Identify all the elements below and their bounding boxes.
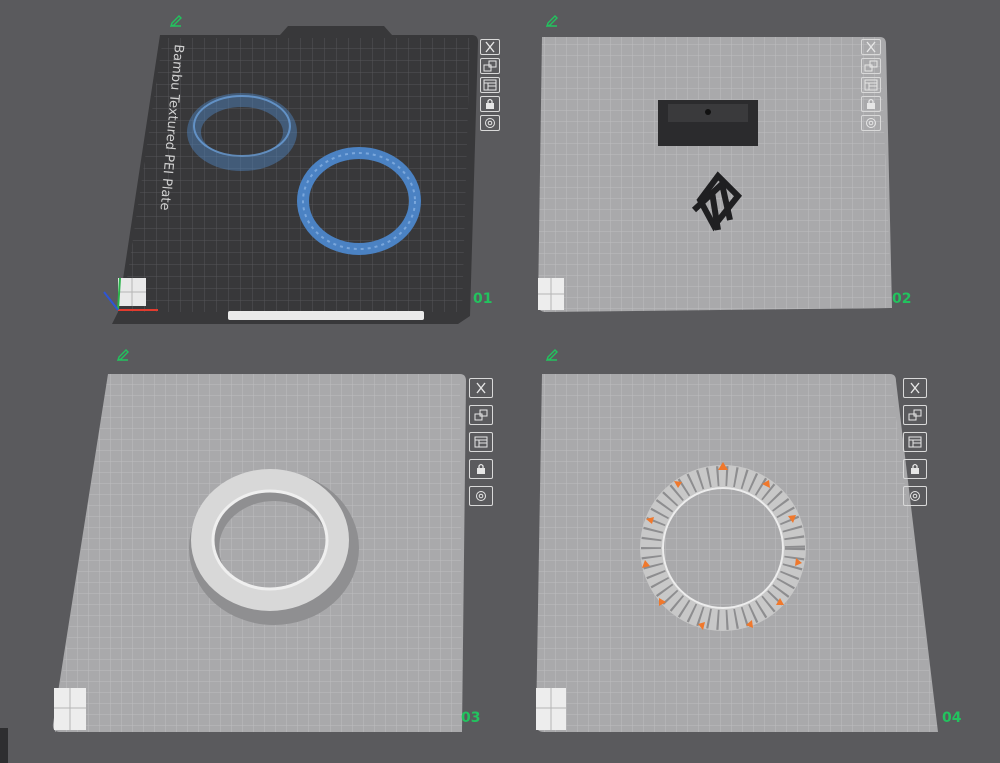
settings-icon[interactable] [480, 115, 500, 131]
close-icon[interactable] [469, 378, 493, 398]
arrange-icon[interactable] [480, 58, 500, 74]
plate-2[interactable]: 02 [500, 0, 1000, 340]
plate-number: 01 [473, 291, 493, 307]
settings-icon[interactable] [903, 486, 927, 506]
plate-4-toolbar [903, 378, 927, 506]
plate-number: 03 [461, 710, 481, 726]
plate-2-toolbar [861, 39, 881, 131]
plate-3-bed [52, 374, 467, 732]
arrange-icon[interactable] [903, 405, 927, 425]
layout-icon[interactable] [861, 77, 881, 93]
plate-1-bed [103, 26, 478, 324]
settings-icon[interactable] [469, 486, 493, 506]
layout-icon[interactable] [469, 432, 493, 452]
close-icon[interactable] [861, 39, 881, 55]
plate-4[interactable]: 04 [500, 340, 1000, 763]
plate-3-toolbar [469, 378, 493, 506]
edit-icon[interactable] [545, 348, 559, 362]
plate-3[interactable]: 03 [0, 340, 500, 763]
lock-icon[interactable] [480, 96, 500, 112]
plate-number: 02 [892, 291, 912, 307]
plate-1-toolbar [480, 39, 500, 131]
edit-icon[interactable] [545, 14, 559, 28]
plate-number: 04 [942, 710, 962, 726]
edit-icon[interactable] [116, 348, 130, 362]
plate-2-bed [538, 37, 892, 312]
arrange-icon[interactable] [469, 405, 493, 425]
close-icon[interactable] [903, 378, 927, 398]
lock-icon[interactable] [469, 459, 493, 479]
edit-icon[interactable] [169, 14, 183, 28]
layout-icon[interactable] [480, 77, 500, 93]
settings-icon[interactable] [861, 115, 881, 131]
arrange-icon[interactable] [861, 58, 881, 74]
close-icon[interactable] [480, 39, 500, 55]
lock-icon[interactable] [861, 96, 881, 112]
lock-icon[interactable] [903, 459, 927, 479]
layout-icon[interactable] [903, 432, 927, 452]
plate-1[interactable]: Bambu Textured PEI Plate 01 [0, 0, 500, 340]
